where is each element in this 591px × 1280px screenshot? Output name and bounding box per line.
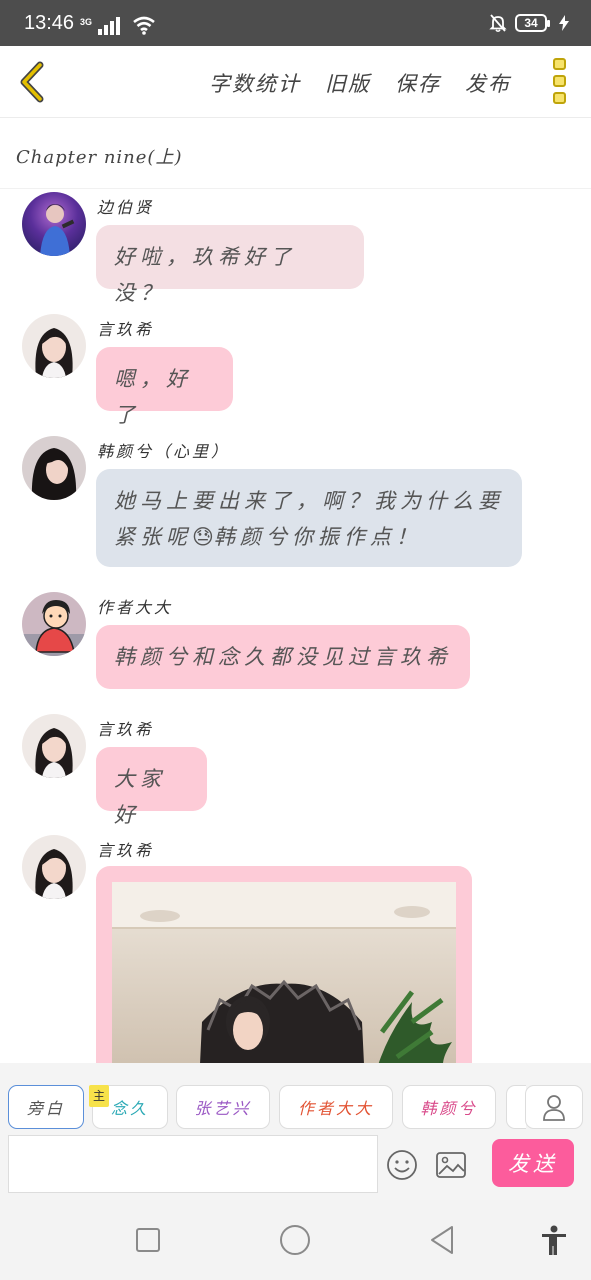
avatar[interactable] (22, 714, 86, 778)
sender-name: 言玖希 (97, 841, 155, 860)
old-version-button[interactable]: 旧版 (325, 68, 371, 98)
message-photo[interactable] (112, 882, 456, 1063)
header-actions: 字数统计 旧版 保存 发布 (209, 68, 511, 98)
back-nav-button[interactable] (424, 1222, 460, 1258)
role-button-author[interactable]: 作者大大 (279, 1085, 393, 1129)
more-dot-icon (553, 75, 566, 87)
sender-name: 言玖希 (97, 320, 155, 339)
message-line: 紧张呢😓韩颜兮你振作点！ (114, 525, 422, 549)
square-icon (136, 1228, 160, 1252)
signal-icon (98, 17, 121, 35)
message-bubble[interactable]: 好啦，玖希好了没？ (96, 225, 364, 305)
chat-area[interactable]: 边伯贤 好啦，玖希好了没？ 言玖希 嗯，好了 韩颜兮（心里） 她马上要出来了，啊… (0, 190, 591, 1063)
chapter-bar[interactable]: Chapter nine(上) (0, 119, 591, 189)
send-button[interactable]: 发送 (492, 1139, 574, 1187)
sender-name: 边伯贤 (97, 198, 155, 217)
sender-name: 韩颜兮（心里） (97, 442, 231, 461)
network-type: 3G (80, 17, 93, 27)
status-right: 34 (489, 13, 569, 33)
manage-roles-button[interactable] (525, 1085, 583, 1129)
avatar[interactable] (22, 314, 86, 378)
accessibility-icon (542, 1225, 566, 1255)
message-input[interactable] (8, 1135, 378, 1193)
home-button[interactable] (277, 1222, 313, 1258)
role-button-hanyanxi[interactable]: 韩颜兮 (402, 1085, 496, 1129)
app-header: 字数统计 旧版 保存 发布 (0, 46, 591, 118)
image-message-bubble[interactable] (96, 866, 472, 1063)
message-line: 她马上要出来了，啊？我为什么要 (114, 489, 504, 513)
back-button[interactable] (14, 60, 48, 104)
message-bubble[interactable]: 韩颜兮和念久都没见过言玖希 (96, 625, 470, 689)
sender-name: 作者大大 (97, 598, 174, 617)
more-menu-button[interactable] (553, 58, 567, 104)
network-indicators: 3G (80, 15, 156, 35)
sweat-emoji-icon: 😓 (192, 525, 214, 549)
mute-bell-icon (489, 14, 507, 33)
chevron-left-icon (20, 61, 44, 103)
message-bubble[interactable]: 嗯，好了 (96, 347, 233, 427)
role-button-narrator[interactable]: 旁白 (8, 1085, 84, 1129)
main-role-badge: 主 (89, 1085, 109, 1107)
chapter-title[interactable]: Chapter nine(上) (16, 143, 182, 169)
charging-icon (559, 15, 569, 31)
battery-icon: 34 (515, 14, 550, 32)
role-button-zhangyixing[interactable]: 张艺兴 (176, 1085, 270, 1129)
smiley-icon (387, 1150, 417, 1180)
publish-button[interactable]: 发布 (465, 68, 511, 98)
triangle-back-icon (431, 1226, 453, 1254)
accessibility-button[interactable] (536, 1222, 572, 1258)
avatar[interactable] (22, 835, 86, 899)
person-icon (543, 1095, 565, 1121)
system-nav-bar (0, 1200, 591, 1280)
save-button[interactable]: 保存 (395, 68, 441, 98)
role-button-partial[interactable] (506, 1085, 526, 1129)
avatar[interactable] (22, 592, 86, 656)
image-icon (436, 1152, 466, 1178)
avatar[interactable] (22, 436, 86, 500)
more-dot-icon (553, 92, 566, 104)
wifi-icon (133, 16, 155, 35)
recent-apps-button[interactable] (130, 1222, 166, 1258)
emoji-button[interactable] (386, 1149, 418, 1181)
message-bubble[interactable]: 大家好 (96, 747, 207, 827)
message-bubble[interactable]: 她马上要出来了，啊？我为什么要 紧张呢😓韩颜兮你振作点！ (96, 469, 522, 567)
image-button[interactable] (435, 1150, 467, 1180)
more-dot-icon (553, 58, 566, 70)
status-bar: 13:46 3G 34 (0, 0, 591, 46)
input-panel: 旁白 念久 张艺兴 作者大大 韩颜兮 主 发送 (0, 1063, 591, 1200)
word-count-button[interactable]: 字数统计 (209, 68, 301, 98)
circle-icon (280, 1225, 310, 1255)
status-time: 13:46 (24, 12, 75, 34)
avatar[interactable] (22, 192, 86, 256)
sender-name: 言玖希 (97, 720, 155, 739)
